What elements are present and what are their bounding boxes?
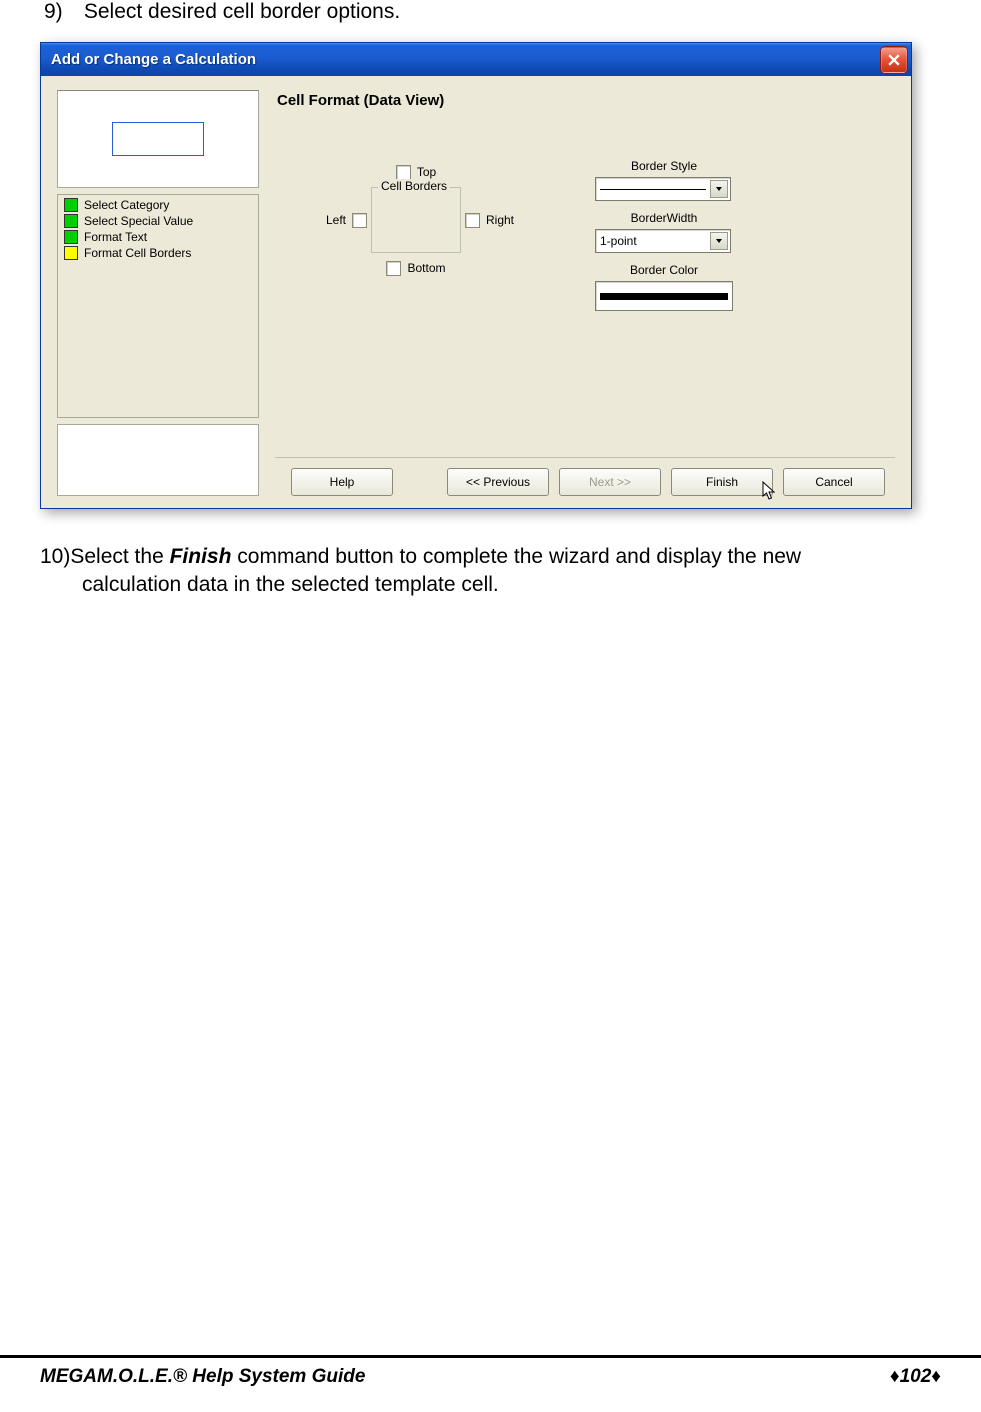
panel-heading: Cell Format (Data View) — [275, 90, 895, 159]
right-border-label: Right — [486, 213, 514, 227]
cursor-icon — [762, 481, 778, 503]
footer-rest: M.O.L.E.® Help System Guide — [97, 1366, 365, 1387]
wizard-steps-list: Select Category Select Special Value For… — [57, 194, 259, 418]
wizard-step-label: Format Text — [84, 230, 147, 244]
border-color-swatch — [600, 293, 728, 300]
step-10: 10)Select the Finish command button to c… — [40, 543, 941, 600]
window-title: Add or Change a Calculation — [51, 51, 881, 68]
wizard-step-label: Select Special Value — [84, 214, 193, 228]
finish-button[interactable]: Finish — [671, 468, 773, 496]
wizard-step-item[interactable]: Select Special Value — [58, 213, 258, 229]
page-footer: MEGAM.O.L.E.® Help System Guide ♦102♦ — [0, 1355, 981, 1388]
preview-cell — [112, 122, 204, 156]
cell-borders-fieldset: Cell Borders — [371, 187, 461, 253]
close-button[interactable] — [881, 47, 907, 73]
previous-button[interactable]: << Previous — [447, 468, 549, 496]
top-border-label: Top — [417, 165, 436, 180]
footer-mega: MEGA — [40, 1366, 97, 1387]
step-9: 9) Select desired cell border options. — [40, 0, 941, 24]
status-swatch-icon — [64, 214, 78, 228]
titlebar[interactable]: Add or Change a Calculation — [41, 43, 911, 76]
step-9-num: 9) — [44, 0, 78, 24]
dropdown-arrow-icon — [710, 180, 728, 198]
step-10-line2: calculation data in the selected templat… — [40, 571, 941, 599]
preview-panel — [57, 90, 259, 188]
step-10-pre: Select the — [70, 545, 169, 568]
description-panel — [57, 424, 259, 496]
wizard-step-label: Select Category — [84, 198, 169, 212]
wizard-step-item[interactable]: Format Text — [58, 229, 258, 245]
border-style-value — [600, 189, 706, 190]
status-swatch-icon — [64, 246, 78, 260]
left-border-label: Left — [326, 213, 346, 227]
cell-borders-legend: Cell Borders — [378, 179, 450, 193]
step-10-post: command button to complete the wizard an… — [231, 545, 801, 568]
step-10-num: 10) — [40, 543, 70, 571]
border-color-picker[interactable] — [595, 281, 733, 311]
left-border-checkbox[interactable] — [352, 213, 367, 228]
wizard-button-row: Help << Previous Next >> Finish Cancel — [275, 457, 895, 496]
top-border-checkbox[interactable] — [396, 165, 411, 180]
next-button: Next >> — [559, 468, 661, 496]
footer-title: MEGAM.O.L.E.® Help System Guide — [40, 1366, 365, 1388]
cell-borders-group: Top Left Cell Borders — [309, 159, 535, 281]
footer-page: ♦102♦ — [890, 1366, 941, 1388]
right-border-checkbox[interactable] — [465, 213, 480, 228]
status-swatch-icon — [64, 198, 78, 212]
step-9-text: Select desired cell border options. — [84, 0, 400, 23]
close-icon — [888, 54, 900, 66]
help-button[interactable]: Help — [291, 468, 393, 496]
border-style-combo[interactable] — [595, 177, 731, 201]
status-swatch-icon — [64, 230, 78, 244]
wizard-step-item[interactable]: Select Category — [58, 197, 258, 213]
bottom-border-label: Bottom — [407, 261, 445, 276]
wizard-step-label: Format Cell Borders — [84, 246, 191, 260]
cancel-button[interactable]: Cancel — [783, 468, 885, 496]
border-width-value: 1-point — [600, 234, 710, 248]
step-10-bold: Finish — [170, 545, 232, 568]
bottom-border-checkbox[interactable] — [386, 261, 401, 276]
dropdown-arrow-icon — [710, 232, 728, 250]
border-width-label: BorderWidth — [595, 211, 733, 225]
wizard-step-item[interactable]: Format Cell Borders — [58, 245, 258, 261]
border-style-label: Border Style — [595, 159, 733, 173]
border-color-label: Border Color — [595, 263, 733, 277]
dialog-window: Add or Change a Calculation Select Categ… — [40, 42, 912, 509]
border-width-combo[interactable]: 1-point — [595, 229, 731, 253]
